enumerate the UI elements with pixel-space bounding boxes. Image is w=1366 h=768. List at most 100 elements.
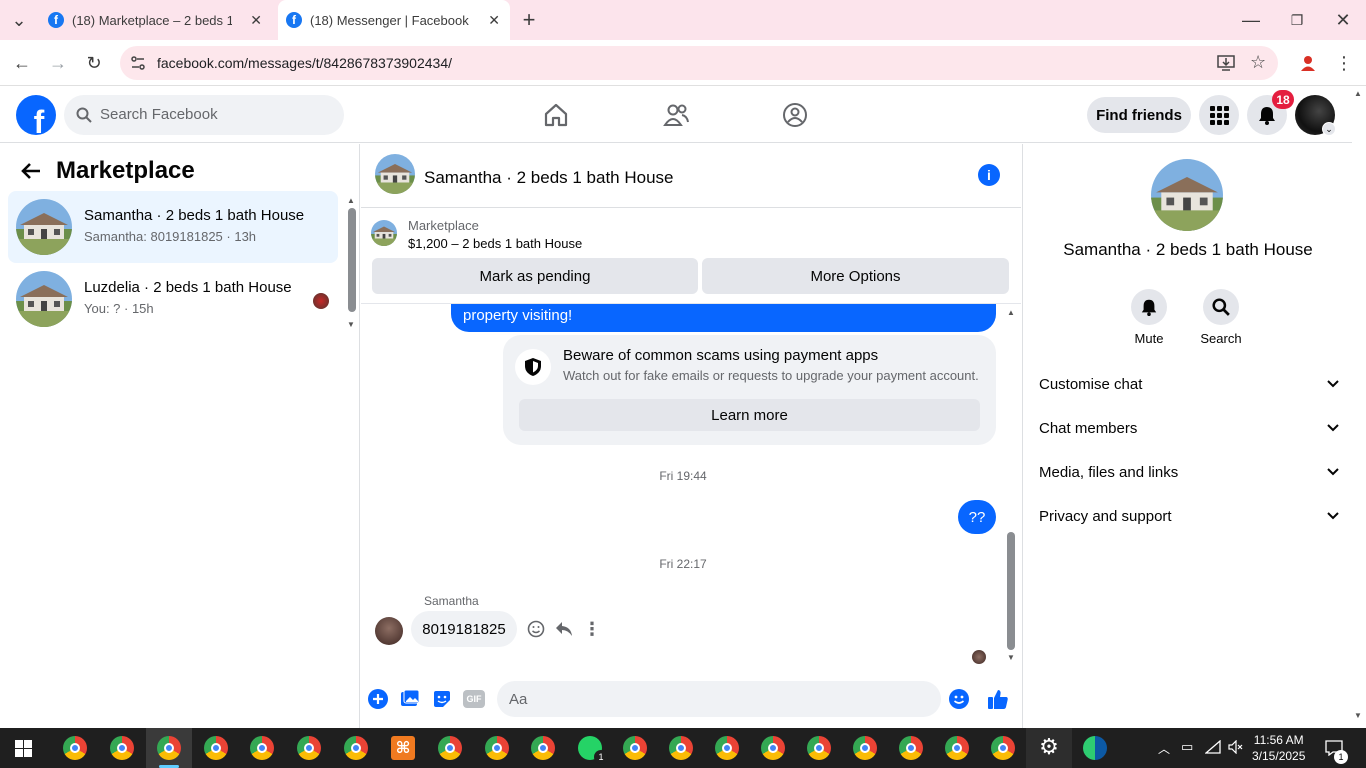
mute-label: Mute <box>1134 331 1164 346</box>
menu-grid-button[interactable] <box>1199 95 1239 135</box>
chrome-icon[interactable] <box>63 736 87 760</box>
close-window-button[interactable]: ✕ <box>1332 9 1354 31</box>
chrome-icon[interactable] <box>297 736 321 760</box>
address-bar[interactable]: facebook.com/messages/t/8428678373902434… <box>120 46 1278 80</box>
scroll-down-icon[interactable]: ▼ <box>347 320 355 329</box>
listing-thumbnail[interactable] <box>1151 159 1223 231</box>
chat-members-row[interactable]: Chat members <box>1039 408 1339 448</box>
chrome-icon[interactable] <box>715 736 739 760</box>
search-in-conversation-button[interactable]: Search <box>1191 289 1251 346</box>
new-tab-button[interactable]: + <box>518 7 540 32</box>
more-actions-icon[interactable]: ⋮ <box>582 619 602 639</box>
tab-search-icon[interactable]: ⌄ <box>8 9 30 31</box>
scroll-up-icon[interactable]: ▲ <box>1354 89 1362 98</box>
listing-thumbnail[interactable] <box>375 154 415 194</box>
customise-chat-row[interactable]: Customise chat <box>1039 364 1339 404</box>
settings-gear-icon[interactable]: ⚙ <box>1037 734 1061 759</box>
more-options-button[interactable]: More Options <box>702 258 1009 294</box>
home-icon[interactable] <box>542 101 570 129</box>
message-bubble-outgoing[interactable]: ?? <box>958 500 996 534</box>
groups-icon[interactable] <box>781 101 809 129</box>
browser-toolbar: ← → ↻ facebook.com/messages/t/8428678373… <box>0 40 1366 86</box>
message-bubble-incoming[interactable]: 8019181825 <box>411 611 517 647</box>
battery-icon[interactable]: ▭ <box>1181 739 1193 755</box>
edge-icon[interactable] <box>1083 736 1107 760</box>
chrome-icon[interactable] <box>623 736 647 760</box>
restore-button[interactable]: ❐ <box>1286 9 1308 31</box>
learn-more-button[interactable]: Learn more <box>519 399 980 431</box>
chat-title[interactable]: Samantha · 2 beds 1 bath House <box>424 168 674 188</box>
account-avatar[interactable]: ⌄ <box>1295 95 1336 136</box>
mark-as-pending-button[interactable]: Mark as pending <box>372 258 698 294</box>
browser-tab-messenger[interactable]: f (18) Messenger | Facebook ✕ <box>278 0 510 40</box>
profile-icon[interactable] <box>1298 53 1318 73</box>
gif-icon[interactable]: GIF <box>462 688 486 710</box>
tab-title: (18) Marketplace – 2 beds 1 bat <box>72 12 232 28</box>
whatsapp-icon[interactable]: 1 <box>578 736 608 764</box>
chrome-icon[interactable] <box>991 736 1015 760</box>
chrome-icon[interactable] <box>485 736 509 760</box>
photo-icon[interactable] <box>399 688 421 710</box>
conversation-item[interactable]: Samantha · 2 beds 1 bath House Samantha:… <box>8 191 338 263</box>
notification-badge: 18 <box>1272 90 1294 109</box>
thumbs-up-icon[interactable] <box>987 688 1009 710</box>
back-arrow-icon[interactable] <box>20 160 42 182</box>
scroll-down-icon[interactable]: ▼ <box>1007 653 1015 662</box>
friends-icon[interactable] <box>662 101 690 129</box>
sticker-icon[interactable] <box>431 688 453 710</box>
add-attachment-icon[interactable] <box>367 688 389 710</box>
sender-avatar[interactable] <box>375 617 403 645</box>
scrollbar[interactable] <box>348 208 356 312</box>
wifi-icon[interactable] <box>1205 740 1221 754</box>
reply-icon[interactable] <box>554 619 574 639</box>
bookmark-star-icon[interactable]: ☆ <box>1250 52 1266 73</box>
chrome-icon[interactable] <box>531 736 555 760</box>
chrome-icon[interactable] <box>669 736 693 760</box>
back-icon[interactable]: ← <box>11 52 33 74</box>
listing-price[interactable]: $1,200 – 2 beds 1 bath House <box>408 236 582 251</box>
info-icon[interactable]: i <box>978 164 1000 186</box>
page-scrollbar[interactable]: ▲ ▼ <box>1352 87 1366 728</box>
scroll-down-icon[interactable]: ▼ <box>1354 711 1362 720</box>
scroll-up-icon[interactable]: ▲ <box>1007 308 1015 317</box>
browser-menu-icon[interactable]: ⋮ <box>1333 52 1355 74</box>
close-tab-icon[interactable]: ✕ <box>250 12 262 29</box>
xampp-icon[interactable]: ⌘ <box>391 736 415 760</box>
read-receipt-avatar <box>313 293 329 309</box>
emoji-icon[interactable] <box>948 688 970 710</box>
close-tab-icon[interactable]: ✕ <box>488 12 500 29</box>
volume-muted-icon[interactable] <box>1228 740 1244 754</box>
taskbar-clock[interactable]: 11:56 AM 3/15/2025 <box>1252 732 1305 764</box>
message-bubble-outgoing[interactable]: property visiting! <box>451 304 996 332</box>
scroll-up-icon[interactable]: ▲ <box>347 196 355 205</box>
privacy-support-row[interactable]: Privacy and support <box>1039 496 1339 536</box>
chrome-icon[interactable] <box>761 736 785 760</box>
chrome-icon[interactable] <box>204 736 228 760</box>
find-friends-button[interactable]: Find friends <box>1087 97 1191 133</box>
react-icon[interactable] <box>526 619 546 639</box>
chrome-icon[interactable] <box>807 736 831 760</box>
chrome-icon[interactable] <box>110 736 134 760</box>
chrome-icon[interactable] <box>438 736 462 760</box>
facebook-logo[interactable]: f <box>16 95 56 135</box>
minimize-button[interactable]: — <box>1240 9 1262 31</box>
forward-icon[interactable]: → <box>47 52 69 74</box>
message-input[interactable] <box>497 681 941 717</box>
tray-chevron-up-icon[interactable]: ︿ <box>1158 740 1170 757</box>
chrome-icon[interactable] <box>344 736 368 760</box>
chrome-icon[interactable] <box>250 736 274 760</box>
mute-button[interactable]: Mute <box>1119 289 1179 346</box>
chrome-icon[interactable] <box>853 736 877 760</box>
chrome-icon[interactable] <box>945 736 969 760</box>
chrome-icon[interactable] <box>899 736 923 760</box>
conversation-item[interactable]: Luzdelia · 2 beds 1 bath House You: ? · … <box>8 263 338 335</box>
scrollbar[interactable] <box>1007 532 1015 650</box>
windows-start-icon[interactable] <box>15 740 32 757</box>
browser-tab-marketplace[interactable]: f (18) Marketplace – 2 beds 1 bat ✕ <box>40 0 272 40</box>
install-app-icon[interactable] <box>1217 55 1235 71</box>
chrome-icon[interactable] <box>157 736 181 760</box>
facebook-search-field[interactable]: Search Facebook <box>64 95 344 135</box>
site-info-icon[interactable] <box>130 55 146 71</box>
reload-icon[interactable]: ↻ <box>83 52 105 74</box>
media-files-links-row[interactable]: Media, files and links <box>1039 452 1339 492</box>
